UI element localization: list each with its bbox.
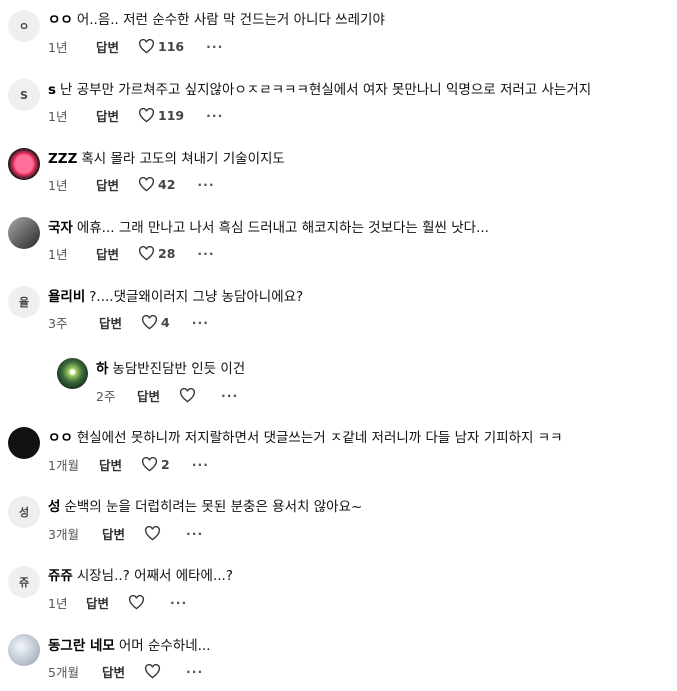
like-button[interactable]: 28: [138, 245, 176, 261]
reply-button[interactable]: 답변: [96, 244, 119, 263]
reply-button[interactable]: 답변: [99, 455, 122, 474]
heart-icon: [142, 314, 158, 329]
comment-text: 순백의 눈을 더럽히려는 못된 분충은 용서치 않아요~: [64, 499, 363, 515]
like-button[interactable]: [144, 525, 164, 541]
more-options-button[interactable]: ···: [192, 457, 209, 472]
comment-author[interactable]: 하: [96, 361, 108, 377]
more-options-button[interactable]: ···: [186, 664, 203, 679]
reply-button[interactable]: 답변: [102, 662, 125, 681]
avatar[interactable]: ㅇ: [8, 10, 40, 42]
avatar[interactable]: [8, 634, 40, 666]
more-options-button[interactable]: ···: [221, 388, 238, 403]
like-button[interactable]: [179, 387, 199, 403]
like-button[interactable]: 116: [138, 38, 185, 54]
heart-icon: [145, 525, 161, 540]
heart-icon: [180, 387, 196, 402]
avatar[interactable]: 율: [8, 286, 40, 318]
reply-button[interactable]: 답변: [96, 106, 119, 125]
comment-author[interactable]: ㅇㅇ: [48, 12, 73, 28]
heart-icon: [145, 663, 161, 678]
comment-time: 1년: [48, 246, 68, 262]
comment-time: 3개월: [48, 526, 79, 542]
like-count: 42: [158, 176, 176, 192]
heart-icon: [129, 594, 145, 609]
like-count: 119: [158, 107, 185, 123]
comment-text: 시장님..? 어째서 에타에...?: [76, 568, 233, 584]
like-count: 4: [161, 314, 170, 330]
avatar[interactable]: [8, 148, 40, 180]
comment-text: 어..음.. 저런 순수한 사람 막 건드는거 아니다 쓰레기야: [76, 12, 385, 28]
like-button[interactable]: 119: [138, 107, 185, 123]
reply-button[interactable]: 답변: [137, 386, 160, 405]
avatar[interactable]: S: [8, 79, 40, 111]
comment-time: 2주: [96, 388, 116, 404]
avatar[interactable]: [8, 427, 40, 459]
comment-time: 1년: [48, 595, 68, 611]
comment-author[interactable]: 욜리비: [48, 289, 85, 305]
like-count: 28: [158, 245, 176, 261]
more-options-button[interactable]: ···: [197, 177, 214, 192]
heart-icon: [142, 456, 158, 471]
more-options-button[interactable]: ···: [186, 526, 203, 541]
comment-time: 3주: [48, 315, 68, 331]
reply-button[interactable]: 답변: [96, 37, 119, 56]
comment-text: 혹시 몰라 고도의 쳐내기 기술이지도: [81, 151, 285, 167]
avatar[interactable]: 쥬: [8, 566, 40, 598]
comment-text: 농담반진담반 인듯 이건: [112, 361, 246, 377]
comment-time: 1개월: [48, 457, 79, 473]
comment-author[interactable]: s: [48, 82, 56, 98]
heart-icon: [139, 38, 155, 53]
heart-icon: [139, 107, 155, 122]
heart-icon: [139, 176, 155, 191]
like-button[interactable]: 42: [138, 176, 176, 192]
comment-text: 현실에선 못하니까 저지랄하면서 댓글쓰는거 ㅈ같네 저러니까 다들 남자 기피…: [76, 430, 563, 446]
comment-author[interactable]: 국자: [48, 220, 73, 236]
comment-text: 에휴... 그래 만나고 나서 흑심 드러내고 해코지하는 것보다는 훨씬 낫다…: [76, 220, 489, 236]
comment-author[interactable]: 동그란 네모: [48, 638, 115, 654]
comment-author[interactable]: 성: [48, 499, 60, 515]
comment-author[interactable]: ZZZ: [48, 151, 77, 167]
comment-time: 1년: [48, 177, 68, 193]
comment-text: ?....댓글왜이러지 그냥 농담아니에요?: [89, 289, 304, 305]
like-button[interactable]: [128, 594, 148, 610]
comment-thread: ㅇ ㅇㅇ 어..음.. 저런 순수한 사람 막 건드는거 아니다 쓰레기야 1년 …: [0, 0, 677, 691]
more-options-button[interactable]: ···: [170, 595, 187, 610]
like-count: 2: [161, 456, 170, 472]
comment-time: 5개월: [48, 664, 79, 680]
like-button[interactable]: 2: [141, 456, 170, 472]
reply-button[interactable]: 답변: [86, 593, 109, 612]
like-button[interactable]: 4: [141, 314, 170, 330]
more-options-button[interactable]: ···: [206, 108, 223, 123]
avatar[interactable]: 성: [8, 496, 40, 528]
comment-time: 1년: [48, 39, 68, 55]
more-options-button[interactable]: ···: [192, 315, 209, 330]
reply-button[interactable]: 답변: [99, 313, 122, 332]
avatar[interactable]: [57, 358, 88, 389]
more-options-button[interactable]: ···: [197, 246, 214, 261]
comment-time: 1년: [48, 108, 68, 124]
comment-text: 어머 순수하네...: [118, 638, 211, 654]
avatar[interactable]: [8, 217, 40, 249]
comment-text: 난 공부만 가르쳐주고 싶지않아ㅇㅈㄹㅋㅋㅋ현실에서 여자 못만나니 익명으로 …: [60, 82, 592, 98]
reply-button[interactable]: 답변: [102, 524, 125, 543]
more-options-button[interactable]: ···: [206, 39, 223, 54]
like-button[interactable]: [144, 663, 164, 679]
reply-button[interactable]: 답변: [96, 175, 119, 194]
comment-author[interactable]: 쥬쥬: [48, 568, 73, 584]
heart-icon: [139, 245, 155, 260]
comment-author[interactable]: ㅇㅇ: [48, 430, 73, 446]
like-count: 116: [158, 38, 185, 54]
